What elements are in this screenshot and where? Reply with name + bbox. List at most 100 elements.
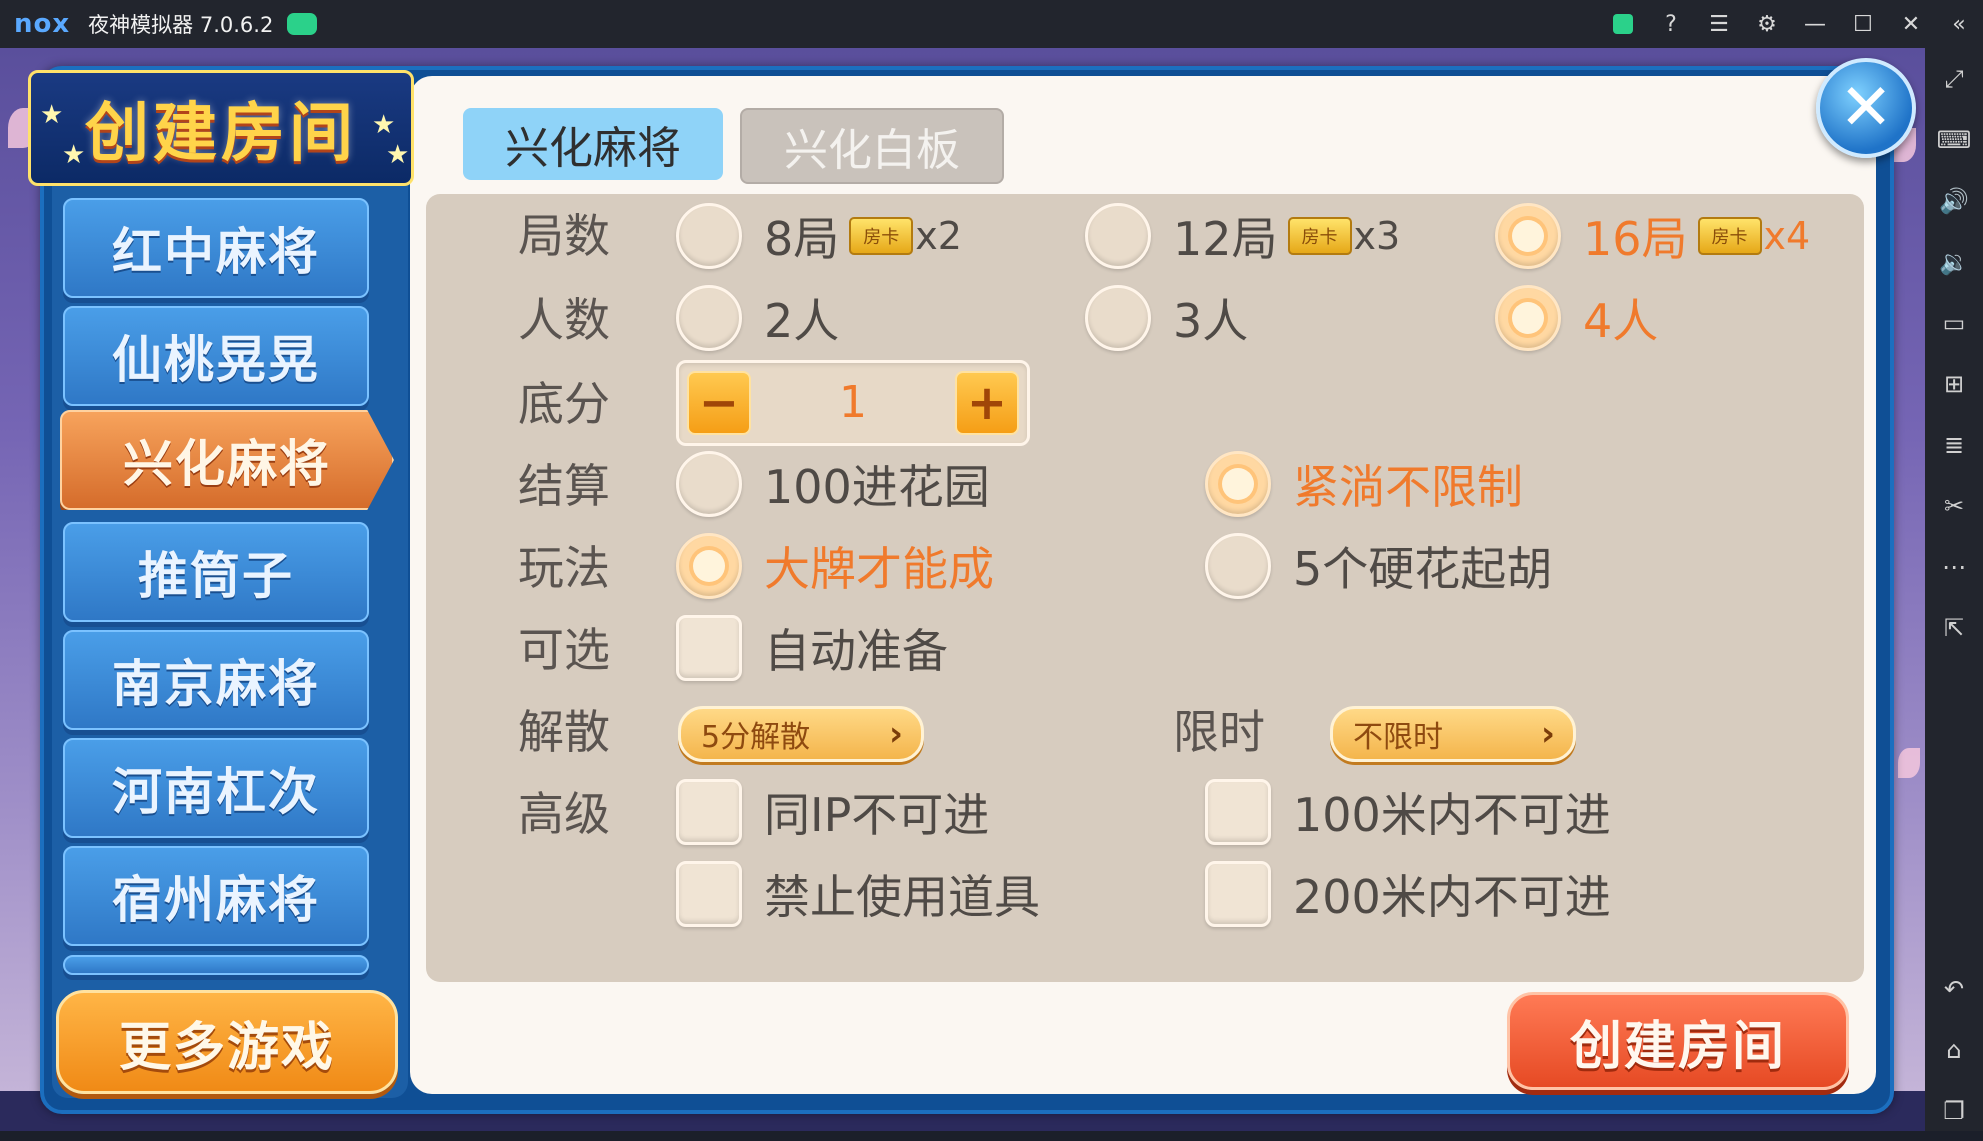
advanced-100m[interactable]: 100米内不可进 xyxy=(1205,779,1611,845)
screen-icon[interactable]: ▭ xyxy=(1925,292,1983,353)
option-text: 同IP不可进 xyxy=(764,788,990,842)
dialog-title: 创建房间 xyxy=(28,70,414,186)
back-icon[interactable]: ↶ xyxy=(1925,958,1983,1019)
rounds-option-16[interactable]: 16局 房卡 x4 xyxy=(1495,203,1810,269)
settlement-option-unlimited[interactable]: 紧淌不限制 xyxy=(1205,451,1523,517)
fullscreen-icon[interactable]: ⤢ xyxy=(1925,48,1983,109)
volume-up-icon[interactable]: 🔊 xyxy=(1925,170,1983,231)
players-label: 人数 xyxy=(518,293,610,347)
apk-install-icon[interactable]: ⊞ xyxy=(1925,353,1983,414)
help-icon[interactable]: ? xyxy=(1647,0,1695,48)
advanced-no-props[interactable]: 禁止使用道具 xyxy=(676,861,1040,927)
minimize-icon[interactable]: — xyxy=(1791,0,1839,48)
checkbox[interactable] xyxy=(676,615,742,681)
increment-button[interactable]: + xyxy=(955,371,1019,435)
home-icon[interactable]: ⌂ xyxy=(1925,1019,1983,1080)
rules-label: 玩法 xyxy=(518,541,610,595)
game-item-partial[interactable] xyxy=(63,955,369,975)
create-room-button[interactable]: 创建房间 xyxy=(1507,992,1849,1090)
gamepad-icon[interactable] xyxy=(287,13,318,35)
radio-button-selected[interactable] xyxy=(676,533,742,599)
scissors-icon[interactable]: ✂ xyxy=(1925,475,1983,536)
settlement-option-garden[interactable]: 100进花园 xyxy=(676,451,990,517)
radio-button[interactable] xyxy=(676,285,742,351)
chevron-right-icon: › xyxy=(1540,714,1555,754)
radio-button[interactable] xyxy=(676,203,742,269)
star-icon: ★ xyxy=(62,140,86,170)
optional-auto-ready[interactable]: 自动准备 xyxy=(676,615,948,681)
radio-button-selected[interactable] xyxy=(1495,285,1561,351)
dissolve-select[interactable]: 5分解散 › xyxy=(678,706,924,762)
card-multiplier: x3 xyxy=(1353,214,1401,258)
more-games-button[interactable]: 更多游戏 xyxy=(56,990,398,1094)
tab-xinghua-baiban[interactable]: 兴化白板 xyxy=(740,108,1004,184)
radio-button-selected[interactable] xyxy=(1495,203,1561,269)
radio-button[interactable] xyxy=(1205,533,1271,599)
radio-button[interactable] xyxy=(676,451,742,517)
dialog-close-button[interactable]: ✕ xyxy=(1816,58,1916,158)
players-option-4[interactable]: 4人 xyxy=(1495,285,1659,351)
radio-button-selected[interactable] xyxy=(1205,451,1271,517)
keyboard-icon[interactable]: ⌨ xyxy=(1925,109,1983,170)
players-option-2[interactable]: 2人 xyxy=(676,285,840,351)
option-text: 12局 xyxy=(1173,212,1278,266)
emulator-sidebar: ⤢ ⌨ 🔊 🔉 ▭ ⊞ ≣ ✂ ⋯ ⇱ ↶ ⌂ ❐ xyxy=(1925,48,1983,1131)
checkbox[interactable] xyxy=(676,861,742,927)
volume-down-icon[interactable]: 🔉 xyxy=(1925,231,1983,292)
game-item-xinghua[interactable]: 兴化麻将 xyxy=(60,410,394,510)
share-icon[interactable]: ⇱ xyxy=(1925,597,1983,658)
checkbox[interactable] xyxy=(1205,779,1271,845)
rules-option-five-flowers[interactable]: 5个硬花起胡 xyxy=(1205,533,1553,599)
radio-button[interactable] xyxy=(1085,285,1151,351)
collapse-icon[interactable]: « xyxy=(1935,0,1983,48)
settings-icon[interactable]: ⚙ xyxy=(1743,0,1791,48)
time-limit-select[interactable]: 不限时 › xyxy=(1330,706,1576,762)
option-text: 2人 xyxy=(764,294,840,348)
dissolve-value: 5分解散 xyxy=(701,720,811,755)
option-text: 4人 xyxy=(1583,294,1659,348)
option-text: 禁止使用道具 xyxy=(764,870,1040,924)
game-item-hongzhong[interactable]: 红中麻将 xyxy=(63,198,369,298)
option-text: 5个硬花起胡 xyxy=(1293,542,1553,596)
menu-icon[interactable]: ☰ xyxy=(1695,0,1743,48)
game-item-xiantao[interactable]: 仙桃晃晃 xyxy=(63,306,369,406)
option-text: 200米内不可进 xyxy=(1293,870,1611,924)
emulator-titlebar: nox 夜神模拟器 7.0.6.2 ? ☰ ⚙ — ☐ ✕ « xyxy=(0,0,1983,48)
option-text: 16局 xyxy=(1583,212,1688,266)
close-icon[interactable]: ✕ xyxy=(1887,0,1935,48)
game-item-henan[interactable]: 河南杠次 xyxy=(63,738,369,838)
checkbox[interactable] xyxy=(676,779,742,845)
tab-xinghua-mahjong[interactable]: 兴化麻将 xyxy=(463,108,723,180)
room-card-icon: 房卡 xyxy=(1697,217,1762,255)
game-item-tuitongzi[interactable]: 推筒子 xyxy=(63,522,369,622)
base-score-stepper: − 1 + xyxy=(676,360,1030,446)
option-text: 自动准备 xyxy=(764,624,948,678)
game-item-suzhou[interactable]: 宿州麻将 xyxy=(63,846,369,946)
game-item-nanjing[interactable]: 南京麻将 xyxy=(63,630,369,730)
rounds-label: 局数 xyxy=(518,209,610,263)
store-icon[interactable] xyxy=(1599,0,1647,48)
close-x-icon: ✕ xyxy=(1839,71,1893,145)
recent-apps-icon[interactable]: ❐ xyxy=(1925,1080,1983,1141)
decrement-button[interactable]: − xyxy=(687,371,751,435)
radio-button[interactable] xyxy=(1085,203,1151,269)
multi-instance-icon[interactable]: ≣ xyxy=(1925,414,1983,475)
maximize-icon[interactable]: ☐ xyxy=(1839,0,1887,48)
rules-option-big-hand[interactable]: 大牌才能成 xyxy=(676,533,994,599)
time-limit-value: 不限时 xyxy=(1353,720,1443,755)
players-option-3[interactable]: 3人 xyxy=(1085,285,1248,351)
advanced-same-ip[interactable]: 同IP不可进 xyxy=(676,779,990,845)
base-score-value: 1 xyxy=(839,377,867,428)
more-icon[interactable]: ⋯ xyxy=(1925,536,1983,597)
rounds-option-12[interactable]: 12局 房卡 x3 xyxy=(1085,203,1401,269)
rounds-option-8[interactable]: 8局 房卡 x2 xyxy=(676,203,962,269)
star-icon: ★ xyxy=(386,140,410,170)
dissolve-label: 解散 xyxy=(518,705,610,759)
option-text: 大牌才能成 xyxy=(764,542,994,596)
nox-logo: nox xyxy=(14,9,71,39)
advanced-200m[interactable]: 200米内不可进 xyxy=(1205,861,1611,927)
card-multiplier: x2 xyxy=(915,214,962,258)
star-icon: ★ xyxy=(40,100,64,130)
checkbox[interactable] xyxy=(1205,861,1271,927)
